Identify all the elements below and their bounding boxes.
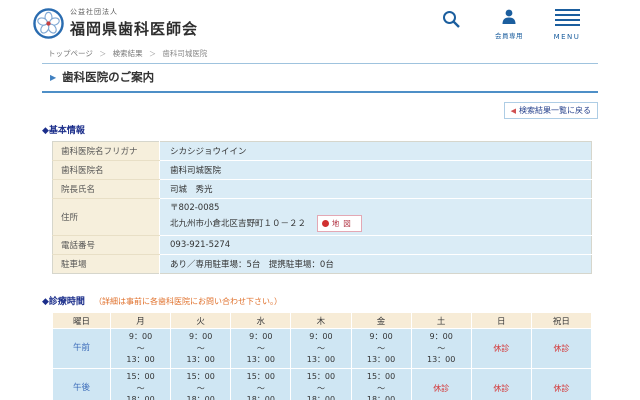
column-header: 水 xyxy=(230,312,292,329)
hours-cell: 9：00 〜 13：00 xyxy=(290,328,352,369)
hours-heading-text: ◆診療時間 xyxy=(42,297,85,307)
row-value: 歯科司城医院 xyxy=(159,160,592,180)
hours-cell: 15：00 〜 18：00 xyxy=(350,368,412,400)
breadcrumb-separator: ＞ xyxy=(149,50,157,58)
site-header: 公益社団法人 福岡県歯科医師会 会員専用 MENU xyxy=(0,0,640,46)
postal-code: 〒802-0085 xyxy=(170,203,220,213)
menu-button[interactable]: MENU xyxy=(546,9,588,41)
row-label: 電話番号 xyxy=(52,235,160,255)
row-label: 歯科医院名フリガナ xyxy=(52,141,160,161)
phone-number: 093-921-5274 xyxy=(159,235,592,255)
address-value: 〒802-0085 北九州市小倉北区吉野町１０－２２ 地図 xyxy=(159,198,592,236)
page-title-bar: ▶ 歯科医院のご案内 xyxy=(42,63,598,93)
search-button[interactable] xyxy=(430,9,472,41)
search-icon xyxy=(443,11,460,28)
closed-cell: 休診 xyxy=(470,368,532,400)
table-row: 歯科医院名 歯科司城医院 xyxy=(52,160,592,180)
breadcrumb-current-page: 歯科司城医院 xyxy=(162,49,208,58)
hours-heading: ◆診療時間 （詳細は事前に各歯科医院にお問い合わせ下さい。） xyxy=(42,294,598,307)
table-row: 電話番号 093-921-5274 xyxy=(52,235,592,255)
back-to-results-link[interactable]: ◀ 検索結果一覧に戻る xyxy=(503,102,598,119)
address-text: 北九州市小倉北区吉野町１０－２２ xyxy=(170,219,307,229)
closed-cell: 休診 xyxy=(410,368,472,400)
table-row: 住所 〒802-0085 北九州市小倉北区吉野町１０－２２ 地図 xyxy=(52,198,592,236)
closed-cell: 休診 xyxy=(530,328,593,369)
row-label: 住所 xyxy=(52,198,160,236)
row-value: あり／専用駐車場：5台 提携駐車場：0台 xyxy=(159,254,592,274)
hours-note: （詳細は事前に各歯科医院にお問い合わせ下さい。） xyxy=(94,297,283,306)
column-header: 月 xyxy=(109,312,172,329)
hours-cell: 9：00 〜 13：00 xyxy=(230,328,292,369)
address-line: 北九州市小倉北区吉野町１０－２２ 地図 xyxy=(170,215,587,232)
afternoon-row: 午後 15：00 〜 18：00 15：00 〜 18：00 15：00 〜 18：00 1… xyxy=(52,368,593,400)
row-label: 午前 xyxy=(52,328,111,369)
basic-info-heading: ◆基本情報 xyxy=(42,123,598,136)
table-row: 院長氏名 司城 秀光 xyxy=(52,179,592,199)
column-header: 火 xyxy=(170,312,232,329)
column-header: 祝日 xyxy=(530,312,593,329)
table-row: 歯科医院名フリガナ シカシジョウイイン xyxy=(52,141,592,161)
hours-cell: 9：00 〜 13：00 xyxy=(410,328,472,369)
hours-cell: 9：00 〜 13：00 xyxy=(170,328,232,369)
breadcrumb-separator: ＞ xyxy=(99,50,107,58)
breadcrumb-home-link[interactable]: トップページ xyxy=(48,49,93,58)
column-header: 木 xyxy=(290,312,352,329)
row-label: 院長氏名 xyxy=(52,179,160,199)
hours-table: 曜日 月 火 水 木 金 土 日 祝日 午前 9：00 〜 13：00 9：00 〜 1… xyxy=(52,312,593,400)
row-label: 歯科医院名 xyxy=(52,160,160,180)
closed-cell: 休診 xyxy=(470,328,532,369)
hours-cell: 15：00 〜 18：00 xyxy=(290,368,352,400)
column-header: 土 xyxy=(410,312,472,329)
hamburger-icon xyxy=(554,9,580,29)
page-title: 歯科医院のご案内 xyxy=(62,70,155,84)
org-name-title: 福岡県歯科医師会 xyxy=(70,20,199,38)
org-type-label: 公益社団法人 xyxy=(70,8,118,16)
table-header-row: 曜日 月 火 水 木 金 土 日 祝日 xyxy=(52,312,593,329)
row-label: 午後 xyxy=(52,368,111,400)
member-area-button[interactable]: 会員専用 xyxy=(488,9,530,41)
morning-row: 午前 9：00 〜 13：00 9：00 〜 13：00 9：00 〜 13：00 9：00… xyxy=(52,328,593,369)
column-header: 金 xyxy=(350,312,412,329)
association-logo-icon xyxy=(33,7,64,39)
site-logo-block[interactable]: 公益社団法人 福岡県歯科医師会 xyxy=(33,7,198,39)
hours-cell: 15：00 〜 18：00 xyxy=(109,368,172,400)
column-header: 曜日 xyxy=(52,312,111,329)
row-label: 駐車場 xyxy=(52,254,160,274)
hours-cell: 15：00 〜 18：00 xyxy=(230,368,292,400)
menu-label: MENU xyxy=(553,33,581,41)
title-arrow-icon: ▶ xyxy=(50,72,57,82)
closed-cell: 休診 xyxy=(530,368,593,400)
column-header: 日 xyxy=(470,312,532,329)
row-value: シカシジョウイイン xyxy=(159,141,592,161)
hours-cell: 9：00 〜 13：00 xyxy=(109,328,172,369)
map-button-label: 地図 xyxy=(331,219,355,228)
back-arrow-icon: ◀ xyxy=(510,107,516,115)
breadcrumb: トップページ ＞ 検索結果 ＞ 歯科司城医院 xyxy=(48,48,640,59)
member-person-icon xyxy=(502,9,516,24)
table-row: 駐車場 あり／専用駐車場：5台 提携駐車場：0台 xyxy=(52,254,592,274)
map-pin-icon xyxy=(321,220,329,227)
hours-cell: 15：00 〜 18：00 xyxy=(170,368,232,400)
hours-cell: 9：00 〜 13：00 xyxy=(350,328,412,369)
map-button[interactable]: 地図 xyxy=(316,215,362,232)
basic-info-heading-text: ◆基本情報 xyxy=(42,126,85,136)
row-value: 司城 秀光 xyxy=(159,179,592,199)
breadcrumb-search-results-link[interactable]: 検索結果 xyxy=(113,49,143,58)
member-area-label: 会員専用 xyxy=(495,32,523,40)
basic-info-table: 歯科医院名フリガナ シカシジョウイイン 歯科医院名 歯科司城医院 院長氏名 司城… xyxy=(52,141,592,274)
back-link-label: 検索結果一覧に戻る xyxy=(519,106,591,115)
